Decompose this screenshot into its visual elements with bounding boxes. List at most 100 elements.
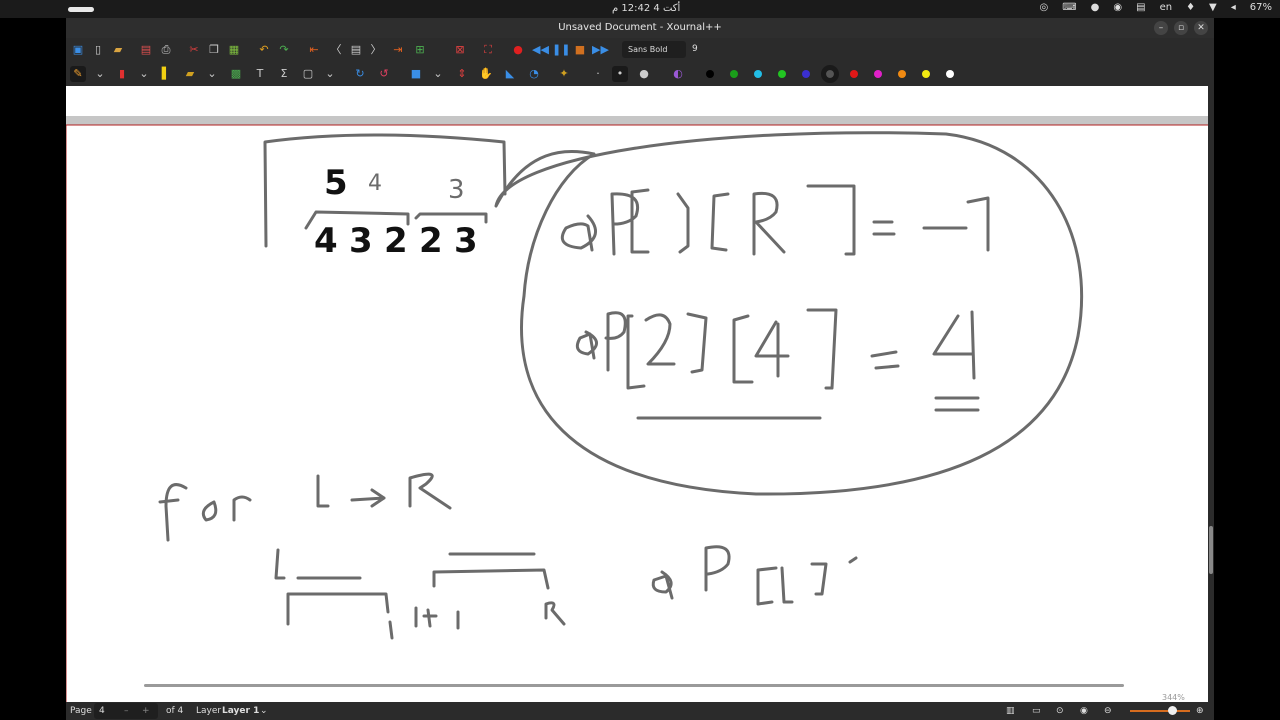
select-dropdown-icon[interactable]: ⌄ [204, 66, 220, 82]
fullscreen-icon[interactable]: ⛶ [480, 42, 496, 58]
line-width-medium-icon[interactable]: • [612, 66, 628, 82]
record-icon[interactable]: ● [510, 42, 526, 58]
next-page-icon[interactable]: 〉 [368, 42, 384, 58]
text-icon[interactable]: T [252, 66, 268, 82]
stop-icon[interactable]: ■ [572, 42, 588, 58]
undo-icon[interactable]: ↶ [256, 42, 272, 58]
insert-space-icon[interactable]: ⇕ [454, 66, 470, 82]
delete-page-icon[interactable]: ⊠ [452, 42, 468, 58]
highlighter-icon[interactable]: ▌ [158, 66, 174, 82]
volume-icon[interactable]: ◂ [1231, 2, 1236, 13]
open-folder-icon[interactable]: ▰ [110, 42, 126, 58]
insert-page-icon[interactable]: ⊞ [412, 42, 428, 58]
color-swatch[interactable] [922, 70, 930, 78]
first-page-icon[interactable]: ⇤ [306, 42, 322, 58]
paste-icon[interactable]: ▦ [226, 42, 242, 58]
fill-dropdown-icon[interactable]: ⌄ [430, 66, 446, 82]
page-decrement-icon[interactable]: – [124, 703, 129, 719]
page-label: Page [70, 706, 92, 716]
select-region-icon[interactable]: ▰ [182, 66, 198, 82]
line-width-thin-icon[interactable]: · [590, 66, 606, 82]
typed-number: 3 [454, 221, 478, 261]
page-number-input[interactable]: 4 – + [94, 703, 158, 719]
save-icon[interactable]: ▣ [70, 42, 86, 58]
wifi-icon[interactable]: ▼ [1209, 2, 1217, 13]
network-icon[interactable]: ◎ [1039, 2, 1048, 13]
pen-icon[interactable]: ✎ [70, 66, 86, 82]
close-button[interactable]: ✕ [1194, 21, 1208, 35]
color-swatch[interactable] [706, 70, 714, 78]
hand-icon[interactable]: ✋ [478, 66, 494, 82]
pen-dropdown-icon[interactable]: ⌄ [92, 66, 108, 82]
fill-icon[interactable]: ■ [408, 66, 424, 82]
drawing-canvas[interactable]: 54343223 [66, 86, 1208, 702]
color-swatch[interactable] [898, 70, 906, 78]
color-swatch[interactable] [874, 70, 882, 78]
page-count: of 4 [166, 706, 184, 716]
color-swatch[interactable] [946, 70, 954, 78]
export-pdf-icon[interactable]: ▤ [138, 42, 154, 58]
window-controls: – ▫ ✕ [1154, 21, 1208, 35]
zoom-100-icon[interactable]: ◉ [1080, 706, 1088, 716]
layer-dropdown-icon[interactable]: ⌄ [260, 706, 268, 716]
laser-pointer-icon[interactable]: ◔ [526, 66, 542, 82]
image-icon[interactable]: ▩ [228, 66, 244, 82]
two-pages-icon[interactable]: ▥ [1006, 706, 1015, 716]
zoom-fit-icon[interactable]: ⊙ [1056, 706, 1064, 716]
rewind-icon[interactable]: ◀◀ [532, 42, 549, 58]
color-swatch[interactable] [821, 65, 839, 83]
clipboard-icon[interactable]: ▤ [1136, 2, 1145, 13]
font-selector[interactable]: Sans Bold [622, 41, 686, 58]
fast-forward-icon[interactable]: ▶▶ [592, 42, 609, 58]
print-icon[interactable]: ⎙ [158, 42, 174, 58]
discord-icon[interactable]: ◉ [1113, 2, 1122, 13]
line-width-thick-icon[interactable]: ● [636, 66, 652, 82]
zoom-in-icon[interactable]: ⊕ [1196, 706, 1204, 716]
minimize-button[interactable]: – [1154, 21, 1168, 35]
shape-icon[interactable]: ▢ [300, 66, 316, 82]
goto-page-icon[interactable]: ▤ [348, 42, 364, 58]
microphone-icon[interactable]: ♦ [1186, 2, 1195, 13]
vertical-space-icon[interactable]: ↺ [376, 66, 392, 82]
ruler-icon[interactable]: ◣ [502, 66, 518, 82]
latex-icon[interactable]: Σ [276, 66, 292, 82]
window-title: Unsaved Document - Xournal++ [558, 22, 722, 33]
shape-recognizer-icon[interactable]: ↻ [352, 66, 368, 82]
shape-dropdown-icon[interactable]: ⌄ [322, 66, 338, 82]
color-swatch[interactable] [778, 70, 786, 78]
page-increment-icon[interactable]: + [142, 703, 150, 719]
presentation-icon[interactable]: ▭ [1032, 706, 1041, 716]
last-page-icon[interactable]: ⇥ [390, 42, 406, 58]
color-picker-icon[interactable]: ◐ [670, 66, 686, 82]
maximize-button[interactable]: ▫ [1174, 21, 1188, 35]
zoom-slider[interactable] [1130, 710, 1190, 712]
typed-number: 5 [324, 163, 348, 203]
eraser-dropdown-icon[interactable]: ⌄ [136, 66, 152, 82]
color-swatch[interactable] [850, 70, 858, 78]
color-swatch[interactable] [754, 70, 762, 78]
cut-icon[interactable]: ✂ [186, 42, 202, 58]
vertical-scrollbar-thumb[interactable] [1209, 526, 1213, 574]
system-clock[interactable]: أكت 4 12:42 م [612, 3, 680, 14]
pause-icon[interactable]: ❚❚ [552, 42, 570, 58]
battery-indicator[interactable]: 67% [1250, 2, 1272, 13]
horizontal-scrollbar[interactable] [144, 684, 1124, 687]
copy-icon[interactable]: ❐ [206, 42, 222, 58]
app-indicator-icon[interactable]: ● [1091, 2, 1100, 13]
vertical-scrollbar[interactable] [1208, 86, 1214, 702]
default-tool-icon[interactable]: ✦ [556, 66, 572, 82]
color-swatch[interactable] [730, 70, 738, 78]
previous-page-icon[interactable]: 〈 [328, 42, 344, 58]
keyboard-layout[interactable]: en [1160, 2, 1173, 13]
tools-toolbar: ✎ ⌄ ▮ ⌄ ▌ ▰ ⌄ ▩ T Σ ▢ ⌄ ↻ ↺ ■ ⌄ ⇕ ✋ ◣ ◔ … [66, 62, 1214, 86]
redo-icon[interactable]: ↷ [276, 42, 292, 58]
zoom-slider-thumb[interactable] [1168, 706, 1177, 715]
keyboard-icon[interactable]: ⌨ [1062, 2, 1076, 13]
typed-number: 3 [349, 221, 373, 261]
eraser-icon[interactable]: ▮ [114, 66, 130, 82]
zoom-out-icon[interactable]: ⊖ [1104, 706, 1112, 716]
layer-selector[interactable]: Layer 1 [222, 706, 259, 716]
activities-indicator[interactable] [68, 7, 94, 12]
new-document-icon[interactable]: ▯ [90, 42, 106, 58]
color-swatch[interactable] [802, 70, 810, 78]
